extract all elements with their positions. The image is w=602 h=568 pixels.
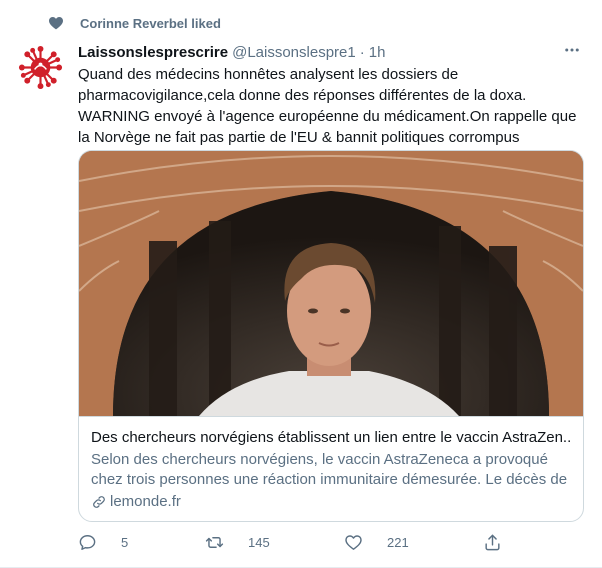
more-button[interactable] <box>560 40 584 64</box>
tweet-content: Laissonslesprescrire @Laissonslespre1 · … <box>78 40 584 522</box>
tweet-text: Quand des médecins honnêtes analysent le… <box>78 64 584 148</box>
display-name[interactable]: Laissonslesprescrire <box>78 44 228 61</box>
social-context: Corinne Reverbel liked <box>48 13 221 33</box>
card-domain-text: lemonde.fr <box>110 493 181 510</box>
user-handle[interactable]: @Laissonslespre1 <box>232 44 356 61</box>
tweet-text-line: Quand des médecins honnêtes analysent le… <box>78 66 459 83</box>
like-icon <box>344 533 375 552</box>
more-icon <box>563 41 581 64</box>
heart-icon <box>48 15 64 31</box>
like-button[interactable]: 221 <box>344 533 409 552</box>
separator-dot: · <box>359 43 365 61</box>
card-description: Selon des chercheurs norvégiens, le vacc… <box>91 451 568 488</box>
retweet-count: 145 <box>248 535 270 550</box>
link-icon <box>91 494 110 510</box>
retweet-button[interactable]: 145 <box>205 533 270 552</box>
tweet-header: Laissonslesprescrire @Laissonslespre1 · … <box>78 42 584 62</box>
reply-button[interactable]: 5 <box>78 533 128 552</box>
card-title: Des chercheurs norvégiens établissent un… <box>91 429 571 446</box>
tweet-text-line: pharmacovigilance,cela donne des réponse… <box>78 87 527 104</box>
action-bar: 5 145 221 <box>78 533 518 555</box>
reply-count: 5 <box>121 535 129 550</box>
avatar[interactable] <box>16 43 65 92</box>
reply-icon <box>78 533 109 552</box>
like-count: 221 <box>387 535 409 550</box>
card-info[interactable]: Des chercheurs norvégiens établissent un… <box>79 416 583 521</box>
social-context-text[interactable]: Corinne Reverbel liked <box>80 16 221 31</box>
share-icon <box>483 533 514 552</box>
timestamp[interactable]: 1h <box>369 44 386 61</box>
tweet-text-line: la Norvège ne fait pas partie de l'EU & … <box>78 129 520 146</box>
card-domain: lemonde.fr <box>91 492 571 512</box>
share-button[interactable] <box>483 533 514 552</box>
retweet-icon <box>205 533 236 552</box>
tweet[interactable]: Corinne Reverbel liked Laissonslesprescr… <box>0 0 602 568</box>
link-card[interactable]: Des chercheurs norvégiens établissent un… <box>78 150 584 522</box>
card-image[interactable] <box>79 151 583 416</box>
tweet-text-line: WARNING envoyé à l'agence européenne du … <box>78 108 577 125</box>
